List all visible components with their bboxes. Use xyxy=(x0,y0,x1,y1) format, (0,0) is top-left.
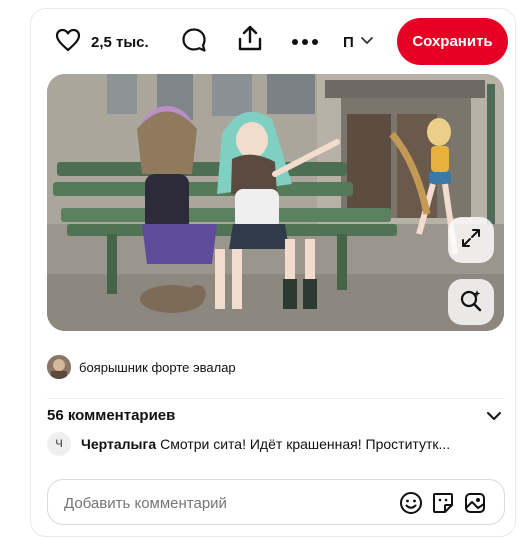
comment-box xyxy=(47,479,505,525)
comment-button[interactable] xyxy=(179,27,209,57)
divider xyxy=(47,398,505,399)
avatar[interactable] xyxy=(47,355,71,379)
save-button[interactable]: Сохранить xyxy=(397,18,508,65)
like-button[interactable]: 2,5 тыс. xyxy=(55,27,149,57)
more-icon xyxy=(291,33,319,51)
comment-body: Смотри сита! Идёт крашенная! Проститутк.… xyxy=(160,436,451,452)
expand-button[interactable] xyxy=(448,217,494,263)
heart-icon xyxy=(55,28,81,57)
board-label: П xyxy=(343,33,354,51)
pin-card: 2,5 тыс. П Сохранить боярышник форте эва… xyxy=(30,8,516,537)
comments-header[interactable]: 56 комментариев xyxy=(47,405,507,427)
comments-title: 56 комментариев xyxy=(47,407,176,424)
comment-input[interactable] xyxy=(64,492,374,514)
visual-search-icon xyxy=(459,288,483,317)
emoji-icon[interactable] xyxy=(398,490,424,516)
image-icon[interactable] xyxy=(462,490,488,516)
pin-illustration xyxy=(47,74,504,331)
comment-text: Черталыга Смотри сита! Идёт крашенная! Пр… xyxy=(81,436,501,452)
author-name[interactable]: боярышник форте эвалар xyxy=(79,360,236,375)
avatar[interactable]: Ч xyxy=(47,432,71,456)
like-count: 2,5 тыс. xyxy=(91,33,149,51)
more-options-button[interactable] xyxy=(289,27,321,57)
visual-search-button[interactable] xyxy=(448,279,494,325)
comment-icon xyxy=(181,27,207,58)
chevron-down-icon[interactable] xyxy=(485,407,503,425)
pin-image[interactable] xyxy=(47,74,504,331)
comment-author[interactable]: Черталыга xyxy=(81,436,156,452)
share-icon xyxy=(237,24,263,57)
share-button[interactable] xyxy=(235,25,265,55)
expand-icon xyxy=(460,227,482,254)
chevron-down-icon xyxy=(360,33,374,51)
pin-toolbar: 2,5 тыс. П Сохранить xyxy=(31,9,517,75)
pin-author[interactable]: боярышник форте эвалар xyxy=(47,354,236,380)
sticker-icon[interactable] xyxy=(430,490,456,516)
board-select[interactable]: П xyxy=(343,27,374,57)
comment-item: Ч Черталыга Смотри сита! Идёт крашенная! … xyxy=(47,432,507,456)
